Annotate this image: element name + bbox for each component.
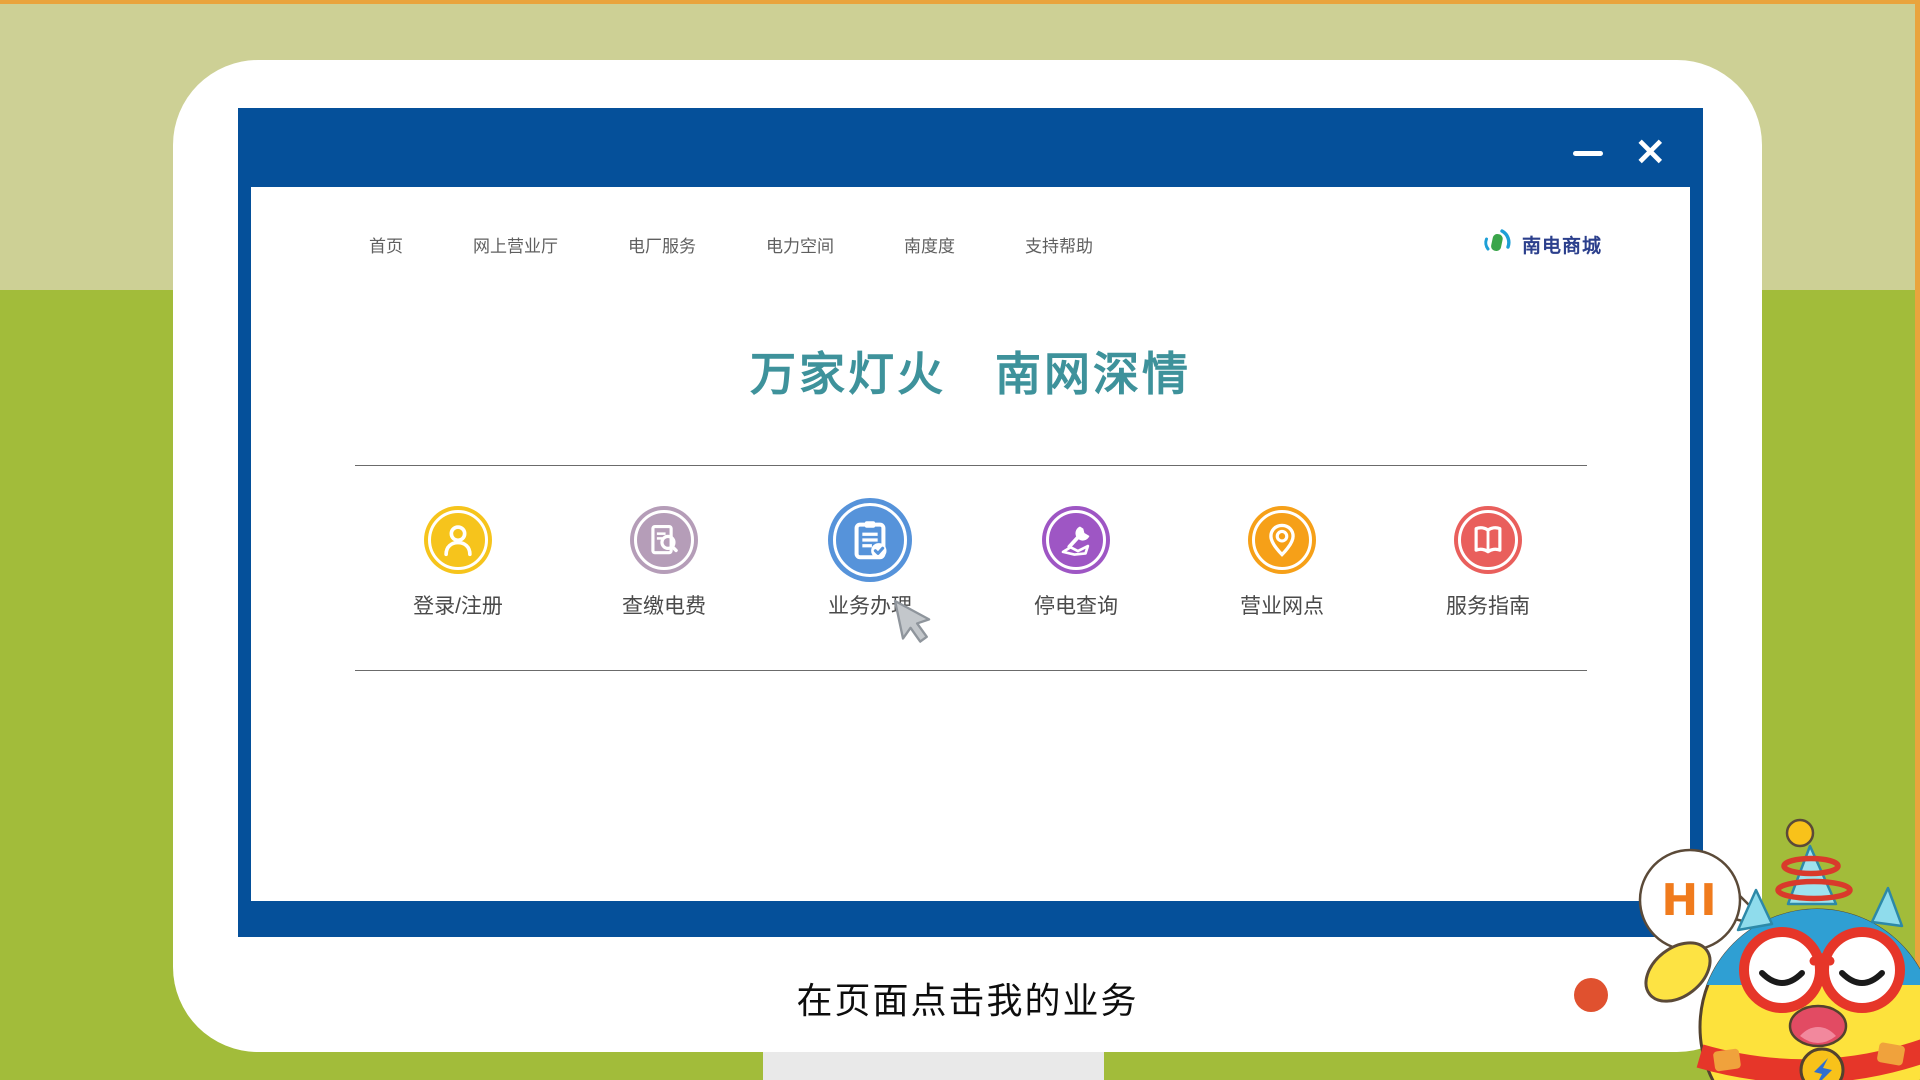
bottom-gray-strip (763, 1052, 1104, 1080)
window-titlebar: × (238, 108, 1703, 187)
mouse-cursor-icon (893, 596, 941, 652)
minimize-button[interactable] (1573, 151, 1603, 156)
divider-top (355, 465, 1587, 466)
icon-box (424, 492, 492, 588)
page-content: 万家灯火 南网深情 登录/注册 (251, 302, 1690, 901)
icon-box (828, 492, 912, 588)
mascot-glasses-right (1824, 932, 1900, 1008)
nav-item-home[interactable]: 首页 (369, 232, 403, 257)
nav-item-support[interactable]: 支持帮助 (1025, 232, 1093, 257)
service-check-pay-bill[interactable]: 查缴电费 (561, 472, 767, 620)
icon-box (1454, 492, 1522, 588)
bill-search-icon (630, 506, 698, 574)
clipboard-check-icon (828, 498, 912, 582)
service-login-register[interactable]: 登录/注册 (355, 472, 561, 620)
service-guide[interactable]: 服务指南 (1385, 472, 1591, 620)
icon-box (630, 492, 698, 588)
antenna-ball (1787, 820, 1813, 846)
nav-item-plant-service[interactable]: 电厂服务 (628, 232, 696, 257)
service-label: 登录/注册 (413, 590, 503, 620)
top-orange-edge (0, 0, 1920, 4)
site-logo[interactable]: 南电商城 (1481, 226, 1602, 263)
icon-box (1042, 492, 1110, 588)
site-navbar: 首页 网上营业厅 电厂服务 电力空间 南度度 支持帮助 南电商城 (251, 187, 1690, 302)
red-dot-indicator (1574, 978, 1608, 1012)
video-frame: × 首页 网上营业厅 电厂服务 电力空间 南度度 支持帮助 南电商城 (0, 0, 1920, 1080)
divider-bottom (355, 670, 1587, 671)
close-button[interactable]: × (1633, 131, 1667, 171)
service-label: 查缴电费 (622, 590, 706, 620)
open-book-icon (1454, 506, 1522, 574)
service-shortcuts: 登录/注册 查缴 (355, 472, 1591, 620)
wrench-map-icon (1042, 506, 1110, 574)
nav-item-power-space[interactable]: 电力空间 (766, 232, 834, 257)
nav-item-nandudu[interactable]: 南度度 (904, 232, 955, 257)
nav-item-online-hall[interactable]: 网上营业厅 (473, 232, 558, 257)
icon-box (1248, 492, 1316, 588)
service-business-outlets[interactable]: 营业网点 (1179, 472, 1385, 620)
service-label: 服务指南 (1446, 590, 1530, 620)
user-icon (424, 506, 492, 574)
service-label: 营业网点 (1240, 590, 1324, 620)
mascot-greeting-text: HI (1661, 875, 1718, 926)
service-label: 停电查询 (1034, 590, 1118, 620)
service-business-handling[interactable]: 业务办理 (767, 472, 973, 620)
hero-slogan: 万家灯火 南网深情 (251, 338, 1690, 404)
mascot-glasses-left (1744, 932, 1820, 1008)
service-outage-inquiry[interactable]: 停电查询 (973, 472, 1179, 620)
tutorial-caption: 在页面点击我的业务 (173, 972, 1762, 1024)
location-pin-icon (1248, 506, 1316, 574)
browser-window: × 首页 网上营业厅 电厂服务 电力空间 南度度 支持帮助 南电商城 (238, 108, 1703, 937)
site-logo-label: 南电商城 (1522, 231, 1602, 258)
mascot-character: HI (1630, 820, 1920, 1080)
mall-logo-icon (1481, 226, 1513, 263)
